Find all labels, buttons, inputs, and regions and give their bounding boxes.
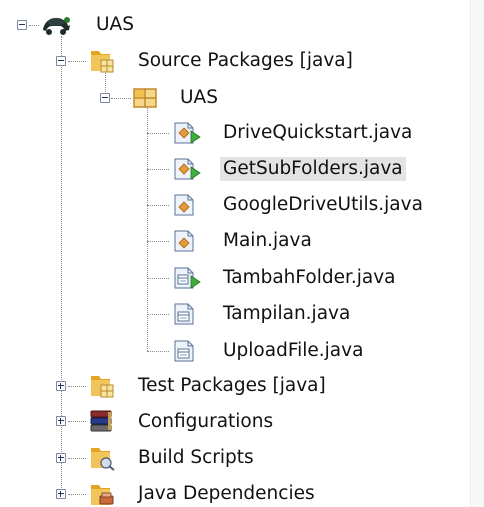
collapse-toggle-icon[interactable] (56, 56, 66, 66)
project-tree: UAS Source Packages [java] UAS DriveQuic… (0, 0, 470, 507)
package-icon (133, 88, 157, 108)
tree-connector (147, 278, 169, 279)
java-class-icon (174, 230, 194, 252)
tree-node-label: Tampilan.java (223, 303, 351, 324)
tree-connector (147, 314, 169, 315)
tree-connector (68, 458, 86, 459)
tree-node-label: Java Dependencies (138, 483, 315, 504)
tree-node-label: Build Scripts (138, 447, 254, 468)
tree-connector (68, 494, 86, 495)
tree-connector (29, 25, 39, 26)
tree-connector (68, 386, 86, 387)
tree-node-label: Configurations (138, 411, 274, 432)
tree-connector (147, 241, 169, 242)
tree-node-label: GoogleDriveUtils.java (223, 194, 423, 215)
expand-toggle-icon[interactable] (56, 416, 66, 426)
test-folder-icon (91, 376, 114, 398)
tree-node-label: GetSubFolders.java (220, 157, 406, 181)
tree-connector (147, 351, 169, 352)
tree-node-label: Source Packages [java] (138, 50, 353, 71)
collapse-toggle-icon[interactable] (100, 93, 110, 103)
expand-toggle-icon[interactable] (56, 453, 66, 463)
java-dependencies-icon (91, 485, 114, 505)
tree-node-label: UAS (96, 14, 134, 35)
java-class-icon (174, 194, 194, 216)
build-scripts-icon (91, 448, 115, 471)
tree-node-label: UploadFile.java (223, 340, 364, 361)
collapse-toggle-icon[interactable] (17, 20, 27, 30)
expand-toggle-icon[interactable] (56, 489, 66, 499)
runnable-java-class-icon (174, 122, 201, 144)
tree-node-label: UAS (180, 87, 218, 108)
runnable-form-class-icon (174, 267, 201, 289)
vertical-scrollbar[interactable] (470, 0, 484, 507)
netbeans-project-icon (43, 17, 70, 35)
tree-node-label: DriveQuickstart.java (223, 122, 413, 143)
tree-node-label: Main.java (223, 230, 312, 251)
expand-toggle-icon[interactable] (56, 381, 66, 391)
tree-connector (111, 98, 131, 99)
tree-connector (147, 205, 169, 206)
form-class-icon (174, 303, 194, 325)
form-class-icon (174, 340, 194, 362)
tree-connector (68, 421, 86, 422)
source-folder-icon (91, 51, 114, 73)
runnable-java-class-icon (174, 158, 201, 180)
tree-connector (147, 169, 169, 170)
tree-connector (147, 133, 169, 134)
tree-node-label: Test Packages [java] (138, 375, 326, 396)
configurations-icon (90, 410, 112, 432)
tree-node-label: TambahFolder.java (223, 267, 396, 288)
tree-connector (68, 61, 86, 62)
